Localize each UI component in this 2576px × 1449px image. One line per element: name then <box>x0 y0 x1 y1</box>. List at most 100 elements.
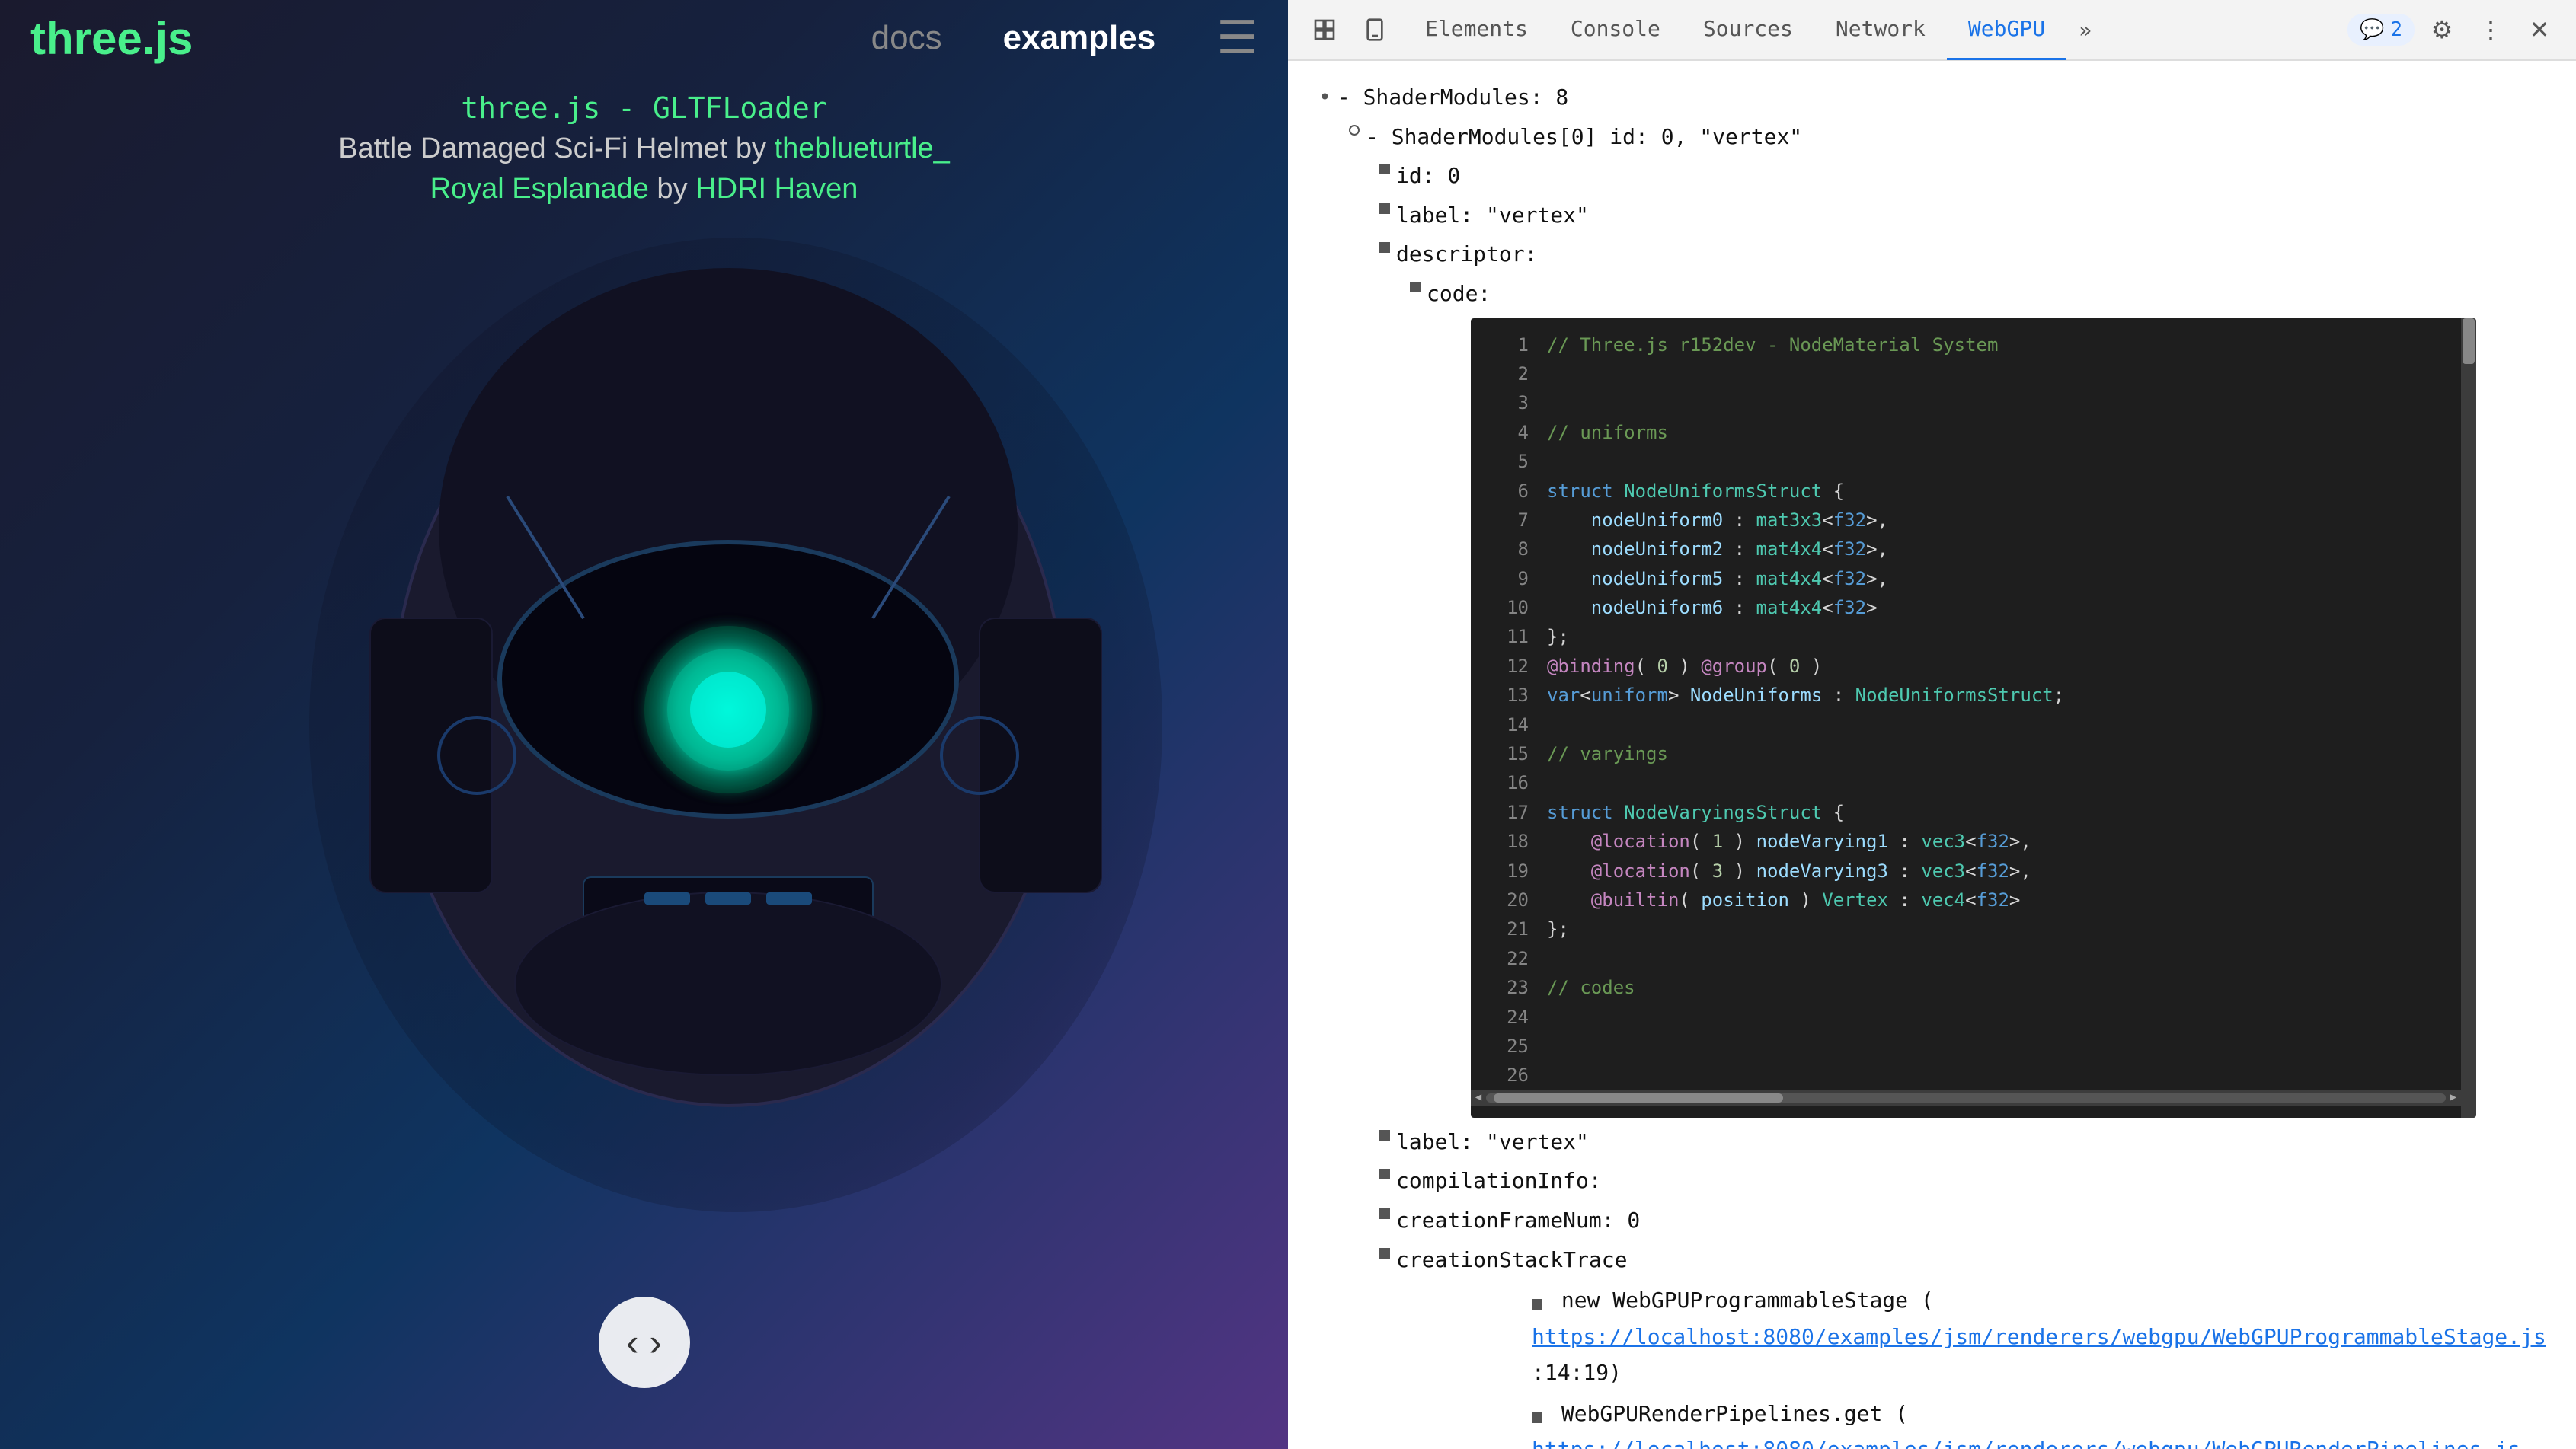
tab-console[interactable]: Console <box>1549 0 1682 60</box>
stack-item-0: new WebGPUProgrammableStage ( https://lo… <box>1532 1282 2546 1391</box>
square-bullet-id <box>1379 164 1390 174</box>
code-line-4: 4 // uniforms <box>1471 418 2476 447</box>
close-devtools-button[interactable]: ✕ <box>2518 8 2561 51</box>
issues-count: 2 <box>2390 18 2402 41</box>
code-line-21: 21 }; <box>1471 914 2476 943</box>
issues-badge[interactable]: 💬 2 <box>2347 14 2415 46</box>
scrollbar-x-track <box>1486 1093 2446 1103</box>
stack-link-0[interactable]: https://localhost:8080/examples/jsm/rend… <box>1532 1324 2546 1349</box>
code-label: code: <box>1427 276 1491 312</box>
compilation-info-item: compilationInfo: <box>1379 1163 2546 1199</box>
tab-sources[interactable]: Sources <box>1682 0 1814 60</box>
code-line-26: 26 <box>1471 1061 2476 1090</box>
code-line-18: 18 @location( 1 ) nodeVarying1 : vec3<f3… <box>1471 827 2476 856</box>
code-scrollbar-x[interactable]: ◀ ▶ <box>1471 1090 2461 1106</box>
code-line-5: 5 <box>1471 447 2476 476</box>
square-bullet-label <box>1379 203 1390 214</box>
threejs-header: three.js docs examples ☰ <box>0 0 1288 76</box>
code-line-13: 13 var<uniform> NodeUniforms : NodeUnifo… <box>1471 681 2476 710</box>
devtools-content[interactable]: • - ShaderModules: 8 - ShaderModules[0] … <box>1288 61 2576 1449</box>
id-item: id: 0 <box>1379 158 2546 194</box>
toolbar-right: 💬 2 ⚙ ⋮ ✕ <box>2347 8 2561 51</box>
info-credit1-link[interactable]: theblueturtle_ <box>775 132 950 164</box>
code-scrollbar-y[interactable] <box>2461 318 2476 1118</box>
shader-modules-item: • - ShaderModules: 8 <box>1318 79 2546 116</box>
examples-link[interactable]: examples <box>1003 19 1156 57</box>
tab-elements[interactable]: Elements <box>1404 0 1549 60</box>
threejs-viewer: three.js docs examples ☰ three.js - GLTF… <box>0 0 1288 1449</box>
info-credit2-by: by <box>649 173 695 205</box>
stack-paren-open-0: ( <box>1921 1288 1934 1313</box>
device-mode-button[interactable] <box>1354 8 1396 51</box>
shader-module0-item: - ShaderModules[0] id: 0, "vertex" <box>1349 119 2546 155</box>
more-options-button[interactable]: ⋮ <box>2469 8 2512 51</box>
creation-frame-label: creationFrameNum: 0 <box>1396 1202 1640 1239</box>
stack-link-1[interactable]: https://localhost:8080/examples/jsm/rend… <box>1532 1437 2520 1449</box>
stack-item-1: WebGPURenderPipelines.get ( https://loca… <box>1532 1396 2546 1449</box>
label-vertex-item: label: "vertex" <box>1379 197 2546 234</box>
stack-fn-1: WebGPURenderPipelines.get <box>1561 1401 1895 1426</box>
shader-modules-label: - ShaderModules: 8 <box>1338 79 1568 116</box>
code-line-16: 16 <box>1471 768 2476 797</box>
code-line-12: 12 @binding( 0 ) @group( 0 ) <box>1471 652 2476 681</box>
code-block[interactable]: ▲ ▼ 1 // Three.js r152dev - NodeMaterial… <box>1471 318 2476 1118</box>
code-line-1: 1 // Three.js r152dev - NodeMaterial Sys… <box>1471 330 2476 359</box>
code-item: code: <box>1410 276 2546 312</box>
stack-bullet-1 <box>1532 1412 1542 1423</box>
descriptor-label: descriptor: <box>1396 236 1537 273</box>
settings-button[interactable]: ⚙ <box>2421 8 2463 51</box>
descriptor-item: descriptor: <box>1379 236 2546 273</box>
info-title-text: three.js - GLTFLoader <box>461 91 826 125</box>
code-line-19: 19 @location( 3 ) nodeVarying3 : vec3<f3… <box>1471 857 2476 886</box>
code-line-7: 7 nodeUniform0 : mat3x3<f32>, <box>1471 506 2476 535</box>
stack-loc-0: :14:19) <box>1532 1360 1622 1385</box>
scrollbar-x-thumb <box>1494 1093 1783 1103</box>
tab-more-button[interactable]: » <box>2066 18 2104 43</box>
helmet-image <box>279 192 1193 1258</box>
code-line-3: 3 <box>1471 388 2476 417</box>
square-bullet-label2 <box>1379 1130 1390 1141</box>
issues-icon: 💬 <box>2360 18 2384 41</box>
code-line-8: 8 nodeUniform2 : mat4x4<f32>, <box>1471 535 2476 563</box>
devtools-panel: Elements Console Sources Network WebGPU … <box>1288 0 2576 1449</box>
code-line-2: 2 <box>1471 359 2476 388</box>
devtools-tabs: Elements Console Sources Network WebGPU … <box>1404 0 2340 60</box>
hamburger-menu[interactable]: ☰ <box>1216 11 1258 65</box>
nav-arrows-container: ‹ › <box>599 1297 690 1388</box>
stack-fn-0: new WebGPUProgrammableStage <box>1561 1288 1921 1313</box>
nav-arrows-button[interactable]: ‹ › <box>599 1297 690 1388</box>
info-credit1-prefix: Battle Damaged Sci-Fi Helmet by <box>338 132 774 164</box>
creation-stack-item: creationStackTrace <box>1379 1242 2546 1278</box>
code-line-11: 11 }; <box>1471 622 2476 651</box>
docs-link[interactable]: docs <box>871 19 942 57</box>
info-credit2-place: Royal Esplanade <box>430 173 649 205</box>
creation-stack-label: creationStackTrace <box>1396 1242 1627 1278</box>
devtools-toolbar: Elements Console Sources Network WebGPU … <box>1288 0 2576 61</box>
creation-frame-item: creationFrameNum: 0 <box>1379 1202 2546 1239</box>
scroll-right-btn[interactable]: ▶ <box>2446 1090 2461 1106</box>
code-line-24: 24 <box>1471 1003 2476 1032</box>
inspect-element-button[interactable] <box>1303 8 1346 51</box>
threejs-logo: three.js <box>30 12 193 65</box>
code-line-9: 9 nodeUniform5 : mat4x4<f32>, <box>1471 564 2476 593</box>
code-line-15: 15 // varyings <box>1471 739 2476 768</box>
label-vertex-text: label: "vertex" <box>1396 197 1589 234</box>
code-line-6: 6 struct NodeUniformsStruct { <box>1471 477 2476 506</box>
compilation-info-label: compilationInfo: <box>1396 1163 1602 1199</box>
tab-webgpu[interactable]: WebGPU <box>1947 0 2066 60</box>
square-bullet-frame <box>1379 1208 1390 1219</box>
code-line-10: 10 nodeUniform6 : mat4x4<f32> <box>1471 593 2476 622</box>
info-credit2-link[interactable]: HDRI Haven <box>695 173 858 205</box>
square-bullet-code <box>1410 282 1421 292</box>
code-line-14: 14 <box>1471 710 2476 739</box>
info-credit1: Battle Damaged Sci-Fi Helmet by thebluet… <box>338 132 950 165</box>
code-scrollbar-y-thumb <box>2463 318 2475 364</box>
threejs-nav: docs examples <box>871 19 1156 57</box>
square-bullet-compilation <box>1379 1169 1390 1179</box>
tab-network[interactable]: Network <box>1814 0 1947 60</box>
label-vertex2-item: label: "vertex" <box>1379 1124 2546 1160</box>
scroll-left-btn[interactable]: ◀ <box>1471 1090 1486 1106</box>
square-bullet-stack <box>1379 1248 1390 1259</box>
code-line-20: 20 @builtin( position ) Vertex : vec4<f3… <box>1471 886 2476 914</box>
code-line-22: 22 <box>1471 944 2476 973</box>
